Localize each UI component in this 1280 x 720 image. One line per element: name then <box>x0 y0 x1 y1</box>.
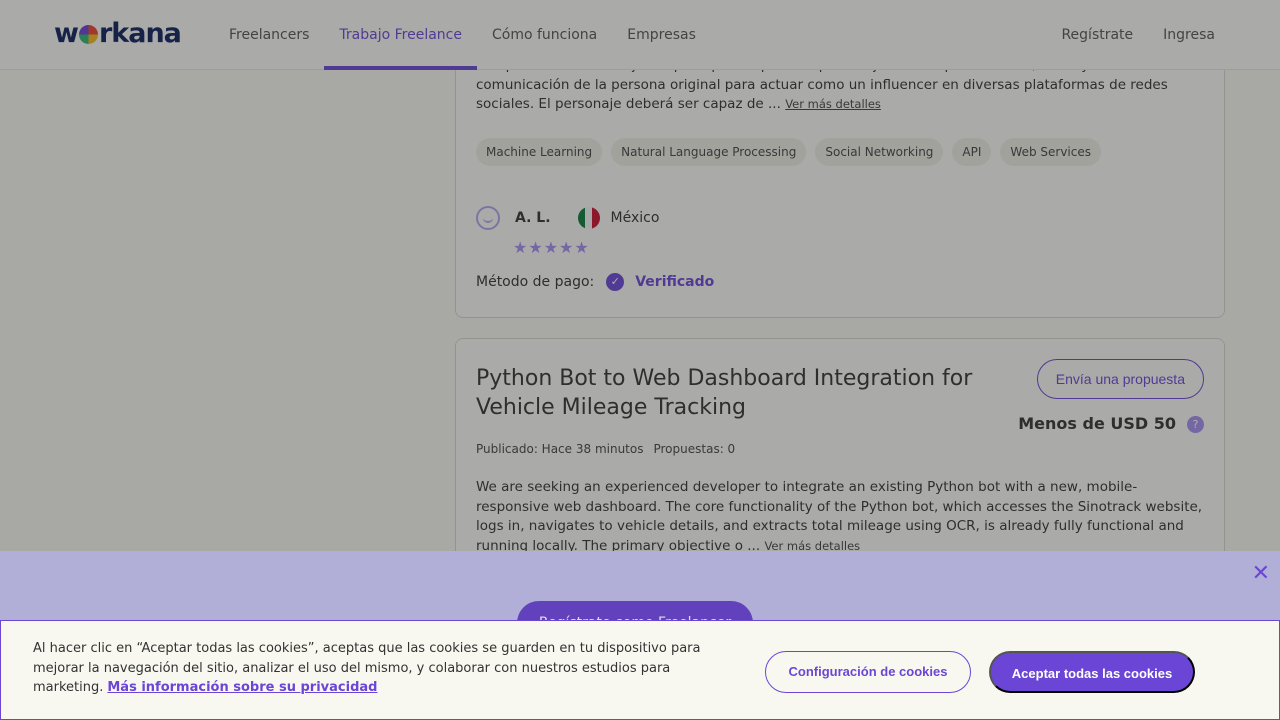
cookie-settings-button[interactable]: Configuración de cookies <box>765 651 971 693</box>
cookie-banner: Al hacer clic en “Aceptar todas las cook… <box>0 620 1280 720</box>
accept-cookies-button[interactable]: Aceptar todas las cookies <box>989 651 1195 693</box>
close-icon[interactable]: ✕ <box>1252 561 1270 586</box>
cookie-text: Al hacer clic en “Aceptar todas las cook… <box>33 641 701 695</box>
privacy-link[interactable]: Más información sobre su privacidad <box>107 680 377 695</box>
